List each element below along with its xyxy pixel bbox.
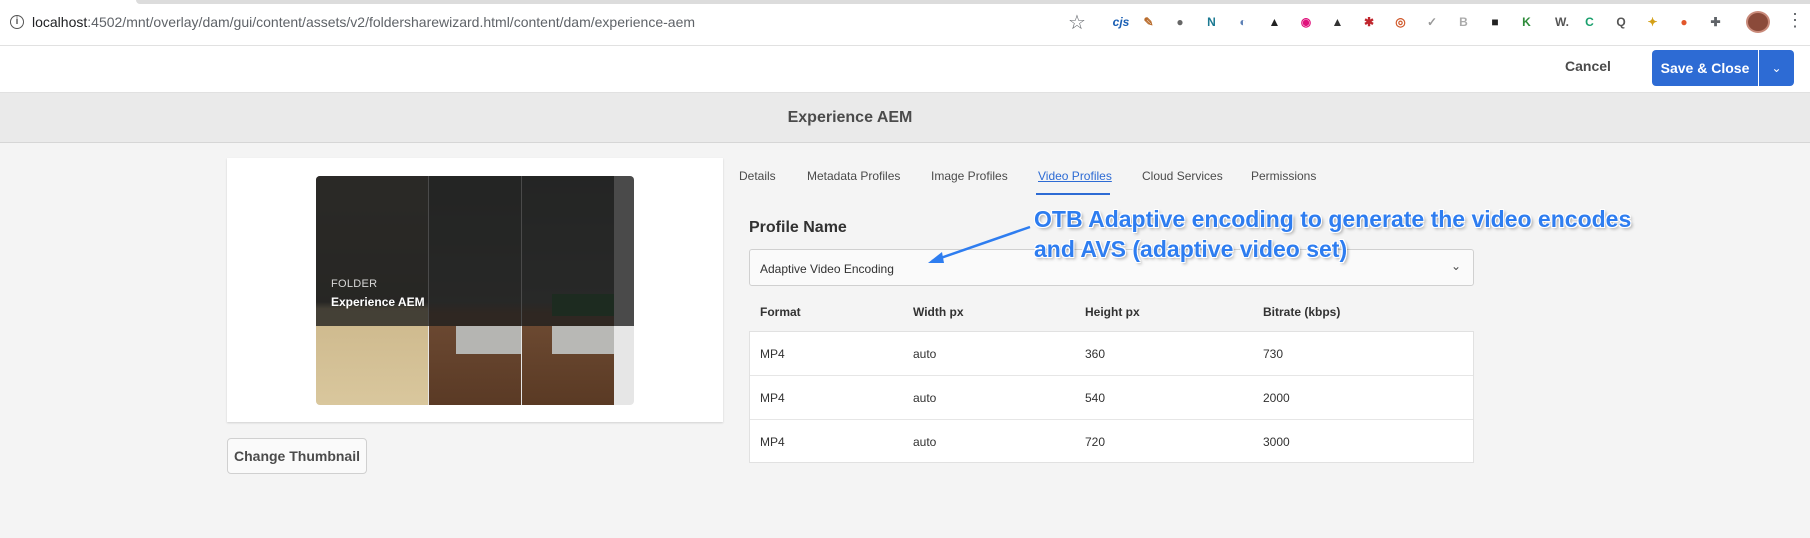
table-cell: 360	[1085, 347, 1106, 361]
annotation-line-2: and AVS (adaptive video set)	[1034, 236, 1348, 262]
url-host: localhost	[32, 14, 88, 30]
column-header-width: Width px	[913, 305, 964, 319]
thumbnail-bed-detail	[456, 326, 521, 354]
encoding-table: MP4 auto 360 730 MP4 auto 540 2000 MP4 a…	[749, 331, 1474, 463]
check-icon[interactable]: ✓	[1423, 13, 1441, 31]
annotation-arrow-head	[928, 252, 944, 263]
green-c-icon[interactable]: C	[1581, 13, 1599, 31]
folder-thumbnail: FOLDER Experience AEM	[316, 176, 634, 405]
table-row: MP4 auto 360 730	[750, 332, 1473, 376]
annotation-line-1: OTB Adaptive encoding to generate the vi…	[1034, 206, 1632, 232]
active-tab-indicator	[1036, 193, 1110, 195]
cancel-button[interactable]: Cancel	[1565, 58, 1611, 74]
annotation-callout: OTB Adaptive encoding to generate the vi…	[1034, 204, 1631, 264]
n-icon[interactable]: N	[1203, 13, 1221, 31]
table-cell: MP4	[760, 435, 785, 449]
tab-permissions[interactable]: Permissions	[1251, 169, 1316, 183]
drive-icon[interactable]: ▲	[1329, 13, 1347, 31]
tab-video-profiles[interactable]: Video Profiles	[1038, 169, 1112, 183]
puzzle-icon[interactable]: ✚	[1707, 13, 1725, 31]
tab-image-profiles[interactable]: Image Profiles	[931, 169, 1008, 183]
profile-name-label: Profile Name	[749, 219, 847, 236]
table-cell: 2000	[1263, 391, 1290, 405]
folder-card: FOLDER Experience AEM	[227, 158, 723, 422]
bi-icon[interactable]: B	[1455, 13, 1473, 31]
table-cell: auto	[913, 391, 937, 405]
bulb-icon[interactable]: ✦	[1644, 13, 1662, 31]
target-icon[interactable]: ◎	[1392, 13, 1410, 31]
save-close-button[interactable]: Save & Close	[1652, 50, 1758, 86]
annotation-arrow-line	[931, 225, 1031, 263]
title-bar: Experience AEM	[0, 93, 1810, 143]
record-icon[interactable]: ◉	[1297, 13, 1315, 31]
change-thumbnail-button[interactable]: Change Thumbnail	[227, 438, 367, 474]
table-cell: 720	[1085, 435, 1106, 449]
browser-menu-icon[interactable]: ⋮	[1786, 10, 1804, 31]
grad-cap-icon[interactable]: ▲	[1266, 13, 1284, 31]
url-path: :4502/mnt/overlay/dam/gui/content/assets…	[87, 14, 696, 30]
table-cell: 730	[1263, 347, 1284, 361]
tab-strip	[136, 0, 1810, 4]
url-field[interactable]: localhost:4502/mnt/overlay/dam/gui/conte…	[32, 14, 695, 30]
table-cell: auto	[913, 435, 937, 449]
browser-address-bar: i localhost:4502/mnt/overlay/dam/gui/con…	[0, 0, 1810, 46]
duck-icon[interactable]: ●	[1675, 13, 1693, 31]
ghost-icon[interactable]: ◐	[1234, 13, 1252, 31]
table-cell: 3000	[1263, 435, 1290, 449]
table-cell: auto	[913, 347, 937, 361]
table-cell: MP4	[760, 347, 785, 361]
table-row: MP4 auto 720 3000	[750, 420, 1473, 464]
profile-select-value: Adaptive Video Encoding	[760, 262, 894, 276]
site-info-icon[interactable]: i	[10, 15, 24, 29]
red-square-icon[interactable]: ✱	[1360, 13, 1378, 31]
leaf-icon[interactable]: K	[1518, 13, 1536, 31]
cjs-icon[interactable]: cjs	[1108, 13, 1134, 31]
magnify-icon[interactable]: Q	[1612, 13, 1630, 31]
monster-icon[interactable]: ■	[1486, 13, 1504, 31]
table-row: MP4 auto 540 2000	[750, 376, 1473, 420]
save-options-chevron-down-icon[interactable]: ⌄	[1759, 50, 1794, 86]
annotation-arrow	[928, 225, 1031, 263]
pen-icon[interactable]: ✎	[1140, 13, 1158, 31]
table-cell: MP4	[760, 391, 785, 405]
column-header-height: Height px	[1085, 305, 1140, 319]
column-header-bitrate: Bitrate (kbps)	[1263, 305, 1341, 319]
column-header-format: Format	[760, 305, 801, 319]
folder-name: Experience AEM	[331, 295, 425, 309]
folder-type-label: FOLDER	[331, 278, 378, 290]
action-bar: Cancel Save & Close ⌄	[0, 46, 1810, 93]
tab-details[interactable]: Details	[739, 169, 776, 183]
thumbnail-bed-detail	[552, 326, 614, 354]
profile-avatar[interactable]	[1746, 11, 1770, 33]
w-icon[interactable]: W.	[1549, 13, 1575, 31]
bookmark-star-icon[interactable]: ☆	[1068, 10, 1086, 35]
table-cell: 540	[1085, 391, 1106, 405]
circle-icon[interactable]: ●	[1171, 13, 1189, 31]
page-title: Experience AEM	[787, 109, 913, 126]
tab-metadata-profiles[interactable]: Metadata Profiles	[807, 169, 900, 183]
tab-cloud-services[interactable]: Cloud Services	[1142, 169, 1223, 183]
